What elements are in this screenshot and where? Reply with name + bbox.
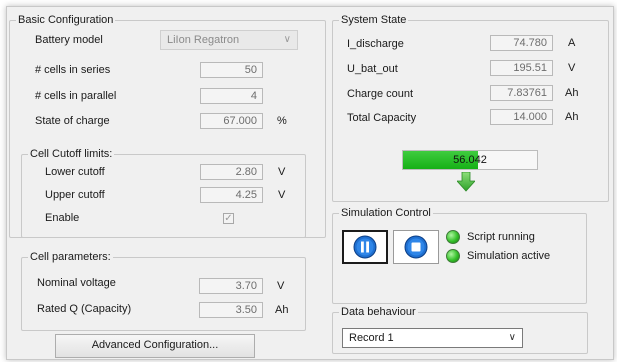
rated-capacity-label: Rated Q (Capacity) [37,303,132,315]
battery-model-value: LiIon Regatron [167,34,240,46]
simulation-active-led-icon [446,249,460,263]
chevron-down-icon: ∨ [508,332,516,343]
nominal-voltage-unit: V [277,280,285,292]
advanced-configuration-button[interactable]: Advanced Configuration... [55,334,255,358]
script-running-label: Script running [467,231,535,243]
battery-model-select[interactable]: LiIon Regatron ∨ [160,30,298,50]
enable-checkbox[interactable]: ✓ [223,213,234,224]
cell-cutoff-title: Cell Cutoff limits: [28,148,115,161]
lower-cutoff-input[interactable]: 2.80 [200,164,263,180]
script-running-led-icon [446,230,460,244]
simulation-control-group: Simulation Control Script running Simula… [332,207,587,304]
nominal-voltage-label: Nominal voltage [37,277,116,289]
total-capacity-label: Total Capacity [347,112,417,124]
data-behaviour-select[interactable]: Record 1 ∨ [342,328,523,348]
u-bat-out-unit: V [568,62,576,74]
basic-configuration-title: Basic Configuration [16,14,116,27]
total-capacity-input[interactable]: 14.000 [490,109,553,125]
chevron-down-icon: ∨ [283,34,291,45]
data-behaviour-group: Data behaviour Record 1 ∨ [332,306,588,354]
u-bat-out-input[interactable]: 195.51 [490,60,553,76]
charge-count-input[interactable]: 7.83761 [490,85,553,101]
cells-series-input[interactable]: 50 [200,62,263,78]
cell-parameters-title: Cell parameters: [28,251,113,264]
i-discharge-unit: A [568,37,576,49]
state-of-charge-unit: % [277,115,287,127]
stop-icon [404,235,428,259]
upper-cutoff-input[interactable]: 4.25 [200,187,263,203]
data-behaviour-title: Data behaviour [339,306,418,319]
rated-capacity-input[interactable]: 3.50 [199,302,263,318]
i-discharge-label: I_discharge [347,38,404,50]
cells-parallel-input[interactable]: 4 [200,88,263,104]
lower-cutoff-unit: V [278,166,286,178]
pause-button[interactable] [342,230,388,264]
pause-icon [353,235,377,259]
cells-parallel-label: # cells in parallel [35,90,117,102]
state-of-charge-label: State of charge [35,115,110,127]
system-state-group: System State I_discharge 74.780 A U_bat_… [332,14,609,202]
state-of-charge-input[interactable]: 67.000 [200,113,263,129]
u-bat-out-label: U_bat_out [347,63,398,75]
charge-progress-value: 56.042 [453,154,487,166]
i-discharge-input[interactable]: 74.780 [490,35,553,51]
charge-count-unit: Ah [565,87,579,99]
upper-cutoff-label: Upper cutoff [45,189,105,201]
data-behaviour-value: Record 1 [349,332,394,344]
lower-cutoff-label: Lower cutoff [45,166,105,178]
battery-model-label: Battery model [35,34,103,46]
upper-cutoff-unit: V [278,189,286,201]
cell-parameters-group: Cell parameters: [21,251,306,331]
rated-capacity-unit: Ah [275,304,289,316]
charge-progress-bar: 56.042 [402,150,538,170]
stop-button[interactable] [393,230,439,264]
total-capacity-unit: Ah [565,111,579,123]
nominal-voltage-input[interactable]: 3.70 [199,278,263,294]
config-window: Basic Configuration Battery model LiIon … [6,6,614,360]
cells-series-label: # cells in series [35,64,111,76]
enable-label: Enable [45,212,80,224]
arrow-down-icon [457,172,475,192]
simulation-control-title: Simulation Control [339,207,433,220]
system-state-title: System State [339,14,409,27]
charge-count-label: Charge count [347,88,414,100]
simulation-active-label: Simulation active [467,250,551,262]
